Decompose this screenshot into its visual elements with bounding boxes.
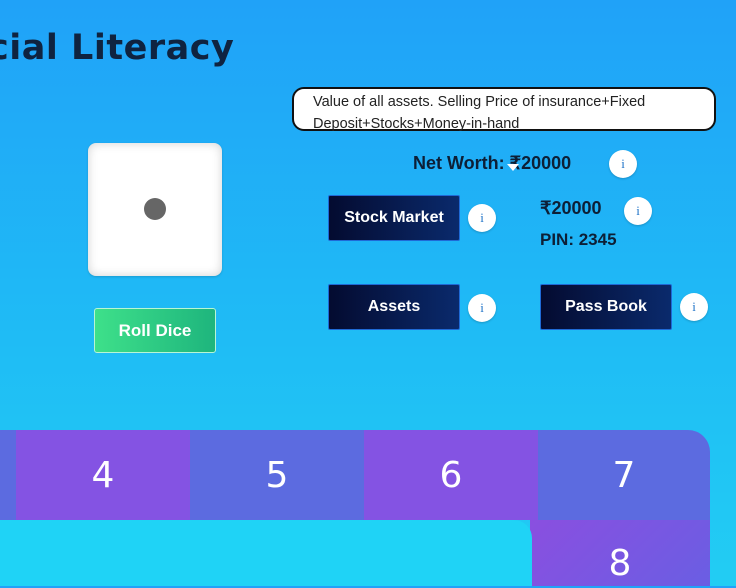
- game-board-row: 4 5 6 7: [0, 430, 710, 520]
- assets-info-icon[interactable]: i: [468, 294, 496, 322]
- money-info-icon[interactable]: i: [624, 197, 652, 225]
- pass-book-button[interactable]: Pass Book: [540, 284, 672, 330]
- dice-pip: [144, 198, 166, 220]
- assets-button[interactable]: Assets: [328, 284, 460, 330]
- net-worth-label: Net Worth: ₹20000: [413, 153, 572, 173]
- dice-face: [88, 143, 222, 276]
- money-in-hand: ₹20000: [540, 198, 602, 218]
- roll-dice-button[interactable]: Roll Dice: [94, 308, 216, 353]
- board-cell-5: 5: [190, 430, 364, 520]
- net-worth-tooltip: Value of all assets. Selling Price of in…: [292, 87, 716, 132]
- pin-label: PIN: 2345: [540, 230, 617, 249]
- net-worth-info-icon[interactable]: i: [609, 150, 637, 178]
- board-cell-4: 4: [16, 430, 190, 520]
- stock-market-info-icon[interactable]: i: [468, 204, 496, 232]
- stock-market-button[interactable]: Stock Market: [328, 195, 460, 241]
- page-title: cial Literacy: [0, 28, 235, 68]
- board-cell-6: 6: [364, 430, 538, 520]
- board-cell-edge: [0, 430, 16, 520]
- tooltip-caret-icon: [507, 164, 519, 171]
- board-cell-7: 7: [538, 430, 710, 520]
- board-inner-panel: [0, 520, 532, 586]
- pass-book-info-icon[interactable]: i: [680, 293, 708, 321]
- board-cell-8: 8: [608, 542, 632, 584]
